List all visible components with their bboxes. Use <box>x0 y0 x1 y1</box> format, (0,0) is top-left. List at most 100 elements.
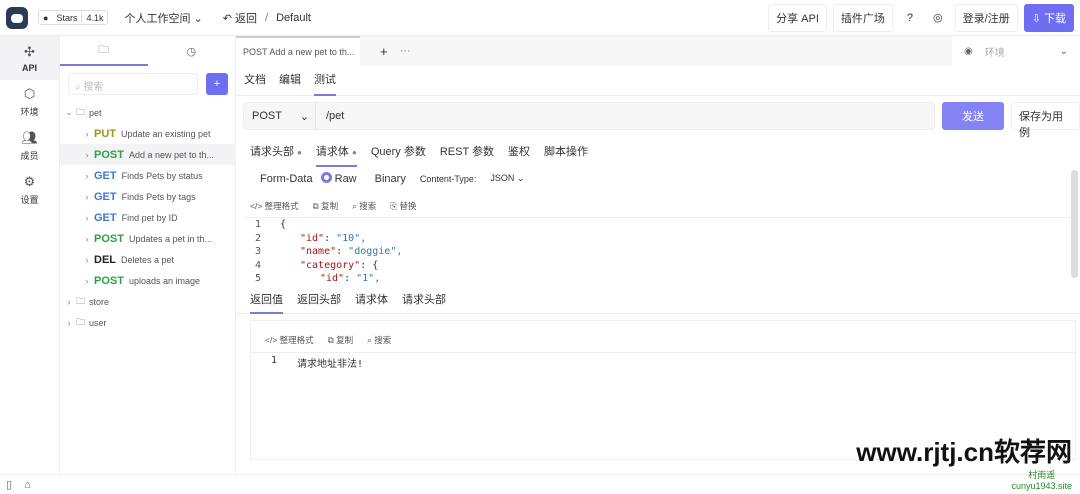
endpoint-name: Finds Pets by status <box>121 170 203 181</box>
share-api-button[interactable]: 分享 API <box>768 3 827 32</box>
tab-sent-headers[interactable]: 请求头部 <box>402 288 446 314</box>
author-watermark: 村雨遥 cunyu1943.site <box>1011 470 1072 491</box>
tab-sent-body[interactable]: 请求体 <box>355 288 388 314</box>
sidebar-item-api[interactable]: ✣ API <box>0 36 59 80</box>
format-button[interactable]: </> 整理格式 <box>250 200 299 212</box>
url-input[interactable]: /pet <box>326 110 344 122</box>
folder-store[interactable]: › 🗀 store <box>60 291 236 312</box>
folder-user[interactable]: › 🗀 user <box>60 312 236 333</box>
method-badge: DEL <box>94 253 116 266</box>
tab-edit[interactable]: 编辑 <box>279 66 301 96</box>
sidebar-rail: ✣ API ⬡ 环境 👥︎ 成员 ⚙ 设置 <box>0 36 60 474</box>
shirt-icon[interactable]: ⌂ <box>24 479 31 491</box>
method-badge: PUT <box>94 127 116 140</box>
tree-endpoint-item[interactable]: › GET Finds Pets by tags <box>60 186 236 207</box>
folder-icon: 🗀 <box>76 106 86 117</box>
endpoint-name: Finds Pets by tags <box>121 191 196 202</box>
tab-auth[interactable]: 鉴权 <box>508 140 530 167</box>
github-stars-badge[interactable]: ● Stars 4.1k <box>38 10 109 25</box>
tree-endpoint-item[interactable]: › GET Find pet by ID <box>60 207 236 228</box>
folder-icon: 🗀 <box>76 295 86 306</box>
add-tab-button[interactable]: + <box>380 44 388 59</box>
code-editor[interactable]: 1{ 2 "id": "10", 3 "name": "doggie", 4 "cat… <box>244 217 1072 285</box>
download-button[interactable]: ⇩ 下载 <box>1023 3 1074 32</box>
tree-endpoint-item[interactable]: › DEL Deletes a pet <box>60 249 236 270</box>
method-badge: GET <box>94 169 117 182</box>
format-button[interactable]: </> 整理格式 <box>265 334 314 346</box>
eye-icon: ◉ <box>964 45 973 57</box>
chevron-down-icon: ⌄ <box>299 110 309 123</box>
replace-button[interactable]: ⎘ 替换 <box>390 200 416 212</box>
project-name: Default <box>276 11 311 24</box>
endpoint-name: Updates a pet in th... <box>128 233 213 244</box>
editor-scrollbar[interactable] <box>1071 170 1078 278</box>
sidebar-item-settings[interactable]: ⚙ 设置 <box>0 168 59 212</box>
chevron-right-icon: › <box>85 128 89 139</box>
tab-request-headers[interactable]: 请求头部 ● <box>250 140 302 167</box>
sidebar-toggle-icon[interactable]: ▯ <box>6 478 12 491</box>
settings-icon: ⚙ <box>23 174 36 189</box>
tab-response-headers[interactable]: 返回头部 <box>297 288 341 314</box>
breadcrumb-separator: / <box>265 11 269 24</box>
tab-active-request[interactable]: POST Add a new pet to th... <box>236 36 360 66</box>
search-button[interactable]: ⌕ 搜索 <box>352 200 376 212</box>
chevron-right-icon: › <box>85 254 89 265</box>
tree-search-input[interactable]: ⌕ 搜索 <box>68 73 198 95</box>
chevron-right-icon: › <box>67 317 71 328</box>
folder-tab[interactable]: 🗀 <box>60 36 148 66</box>
app-logo <box>6 6 28 29</box>
folder-icon: 🗀 <box>98 43 110 56</box>
tab-query-params[interactable]: Query 参数 <box>371 140 426 167</box>
tab-docs[interactable]: 文档 <box>244 66 266 96</box>
environment-select[interactable]: ◉ 环境 ⌄ <box>952 36 1080 66</box>
settings-circle-icon[interactable]: ◎ <box>927 11 949 24</box>
search-button[interactable]: ⌕ 搜索 <box>367 334 391 346</box>
copy-button[interactable]: ⧉ 复制 <box>313 200 338 212</box>
sidebar-item-environment[interactable]: ⬡ 环境 <box>0 80 59 124</box>
tab-response-body[interactable]: 返回值 <box>250 288 283 314</box>
editor-toolbar: </> 整理格式 ⧉ 复制 ⌕ 搜索 ⎘ 替换 <box>250 200 416 212</box>
radio-raw[interactable]: Raw <box>320 172 357 185</box>
url-bar: POST ⌄ /pet <box>243 102 935 130</box>
save-as-case-button[interactable]: 保存为用例 <box>1011 102 1080 139</box>
tab-test[interactable]: 测试 <box>314 66 336 96</box>
back-button[interactable]: ↶ 返回 <box>223 10 257 26</box>
add-button[interactable]: + <box>206 73 228 95</box>
method-select[interactable]: POST ⌄ <box>244 103 316 129</box>
members-icon: 👥︎ <box>21 130 38 145</box>
folder-pet[interactable]: ⌄ 🗀 pet <box>60 102 236 123</box>
tab-request-body[interactable]: 请求体 ● <box>315 140 357 167</box>
more-tabs-button[interactable]: ··· <box>400 45 411 57</box>
watermark: www.rjtj.cn软荐网 <box>856 437 1072 467</box>
endpoint-name: Deletes a pet <box>121 254 175 265</box>
workspace-dropdown[interactable]: 个人工作空间 ⌄ <box>124 10 202 26</box>
send-button[interactable]: 发送 <box>942 102 1004 130</box>
radio-binary[interactable]: Binary <box>375 173 406 185</box>
response-tabs: 返回值 返回头部 请求体 请求头部 <box>236 288 1080 314</box>
chevron-right-icon: › <box>67 296 71 307</box>
history-tab[interactable]: ◷ <box>148 36 236 66</box>
tab-scripts[interactable]: 脚本操作 <box>544 140 588 167</box>
sidebar-item-members[interactable]: 👥︎ 成员 <box>0 124 59 168</box>
chevron-down-icon: ⌄ <box>65 107 73 117</box>
help-icon[interactable]: ? <box>899 12 921 24</box>
tab-rest-params[interactable]: REST 参数 <box>440 140 494 167</box>
github-icon: ● <box>43 12 49 23</box>
tree-endpoint-item[interactable]: › PUT Update an existing pet <box>60 123 236 144</box>
method-badge: POST <box>94 232 124 245</box>
endpoint-name: Add a new pet to th... <box>128 149 215 160</box>
radio-form-data[interactable]: Form-Data <box>260 173 313 185</box>
chevron-right-icon: › <box>85 170 89 181</box>
tree-endpoint-item[interactable]: › POST Updates a pet in th... <box>60 228 236 249</box>
copy-button[interactable]: ⧉ 复制 <box>328 334 353 346</box>
request-tabs: 请求头部 ● 请求体 ● Query 参数 REST 参数 鉴权 脚本操作 <box>236 140 1080 167</box>
history-icon: ◷ <box>186 45 197 58</box>
login-button[interactable]: 登录/注册 <box>954 3 1018 32</box>
chevron-down-icon: ⌄ <box>1059 45 1068 57</box>
tree-endpoint-item[interactable]: › POST Add a new pet to th... <box>60 144 236 165</box>
plugins-button[interactable]: 插件广场 <box>832 3 893 32</box>
chevron-right-icon: › <box>85 233 89 244</box>
tree-endpoint-item[interactable]: › GET Finds Pets by status <box>60 165 236 186</box>
content-type-select[interactable]: JSON ⌄ <box>490 173 524 184</box>
tree-endpoint-item[interactable]: › POST uploads an image <box>60 270 236 291</box>
